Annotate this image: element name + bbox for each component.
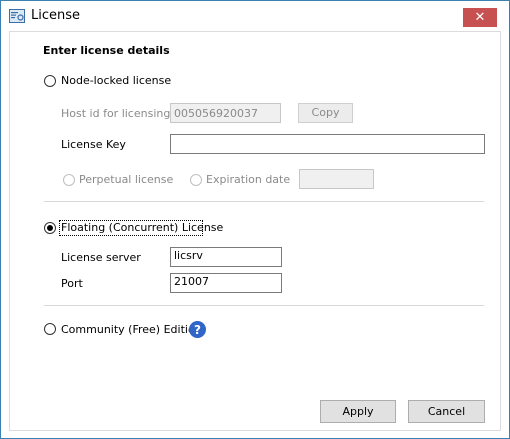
divider <box>44 201 484 202</box>
host-id-field[interactable]: 005056920037 <box>170 103 281 123</box>
node-locked-label: Node-locked license <box>61 74 172 87</box>
expiration-date-radio[interactable] <box>190 174 202 186</box>
floating-license-label: Floating (Concurrent) License <box>61 221 224 234</box>
floating-license-radio[interactable] <box>44 222 56 234</box>
license-dialog: License ✕ Enter license details Node-loc… <box>0 0 510 439</box>
close-button[interactable]: ✕ <box>463 8 497 27</box>
expiration-date-label: Expiration date <box>206 173 291 186</box>
expiration-date-field[interactable] <box>299 169 374 189</box>
license-server-field[interactable]: licsrv <box>170 247 282 267</box>
license-server-label: License server <box>61 251 141 264</box>
window-title: License <box>31 8 81 23</box>
divider <box>44 305 484 306</box>
copy-button[interactable]: Copy <box>298 103 353 123</box>
form-heading: Enter license details <box>43 44 170 57</box>
community-edition-label: Community (Free) Edition <box>61 323 202 336</box>
license-key-label: License Key <box>61 138 126 151</box>
cancel-button[interactable]: Cancel <box>408 400 485 423</box>
license-icon <box>9 9 25 23</box>
node-locked-radio[interactable] <box>44 75 56 87</box>
apply-button[interactable]: Apply <box>320 400 396 423</box>
title-bar: License ✕ <box>1 1 509 31</box>
close-icon: ✕ <box>474 10 486 25</box>
host-id-label: Host id for licensing <box>61 107 171 120</box>
license-key-field[interactable] <box>170 134 485 154</box>
community-edition-radio[interactable] <box>44 323 56 335</box>
port-label: Port <box>61 277 83 290</box>
perpetual-license-label: Perpetual license <box>79 173 174 186</box>
port-field[interactable]: 21007 <box>170 273 282 293</box>
perpetual-license-radio[interactable] <box>63 174 75 186</box>
help-icon[interactable]: ? <box>189 321 206 338</box>
